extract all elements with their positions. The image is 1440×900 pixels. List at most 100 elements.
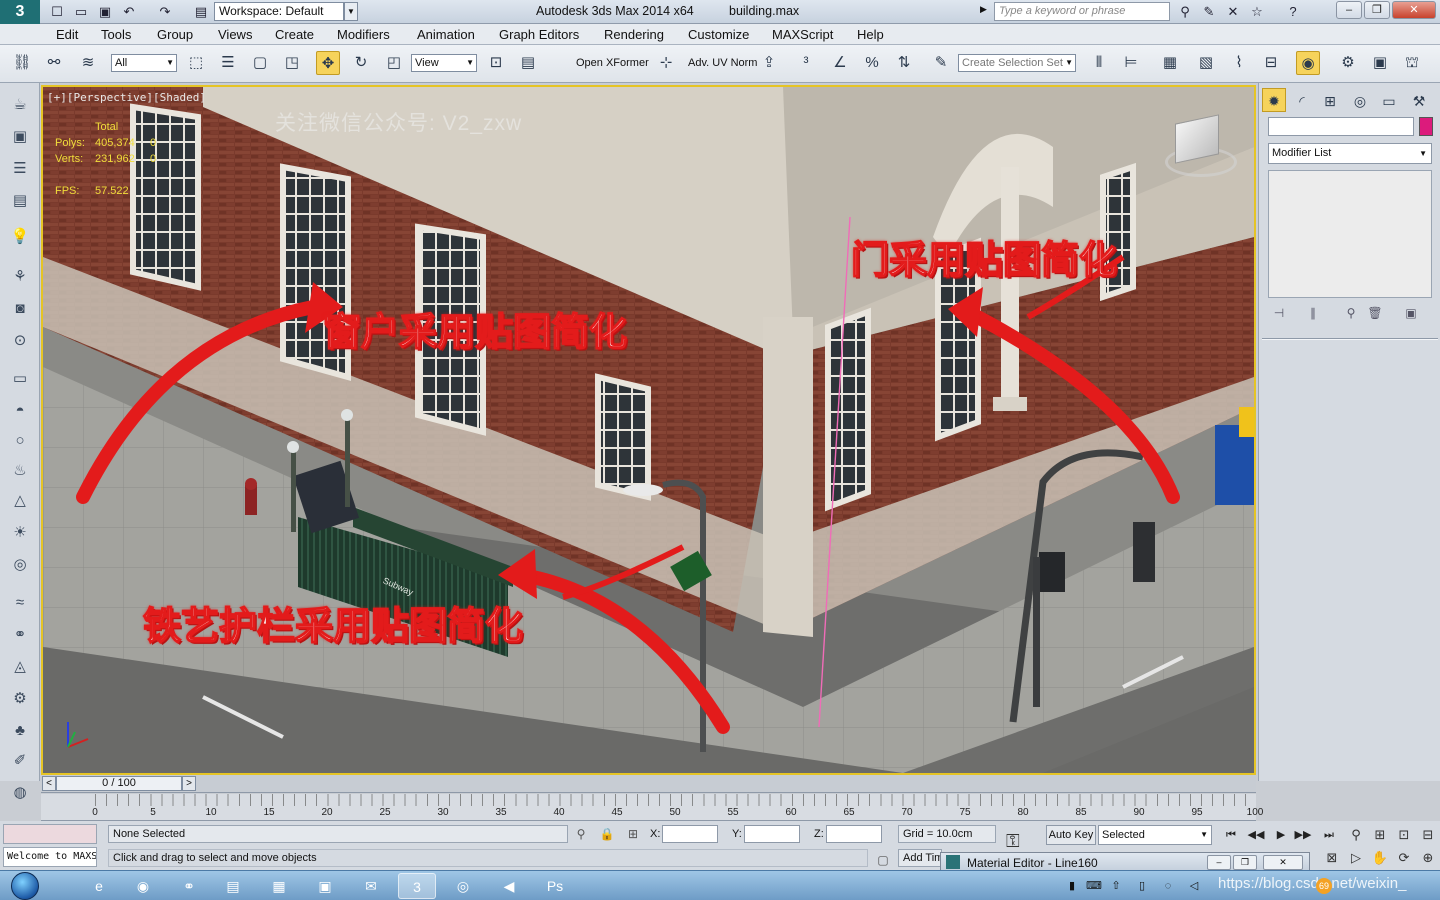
- rectangular-selection-icon[interactable]: ▢: [248, 51, 272, 75]
- subscription-icon[interactable]: ✎: [1200, 3, 1218, 21]
- material-editor-restore-button[interactable]: ❐: [1233, 855, 1257, 870]
- z-coord-field[interactable]: [826, 825, 882, 843]
- geosphere-icon[interactable]: ○: [7, 429, 33, 453]
- cone-icon[interactable]: △: [7, 489, 33, 513]
- pin-stack-icon[interactable]: ⊣: [1269, 303, 1289, 323]
- new-file-icon[interactable]: ☐: [48, 3, 66, 21]
- menu-edit[interactable]: Edit: [56, 27, 78, 42]
- menu-maxscript[interactable]: MAXScript: [772, 27, 833, 42]
- search-input[interactable]: Type a keyword or phrase: [994, 2, 1170, 21]
- xformer-icon[interactable]: ⊹: [654, 51, 678, 75]
- track-bar[interactable]: 0 5 10 15 20 25 30 35 40 45 50 55 60 65 70 75 80 85 90 95 10…: [41, 794, 1263, 821]
- menu-rendering[interactable]: Rendering: [604, 27, 664, 42]
- schematic-view-icon[interactable]: ⊟: [1259, 51, 1283, 75]
- sun-light-icon[interactable]: ☀: [7, 521, 33, 545]
- material-editor-minimize-button[interactable]: –: [1207, 855, 1231, 870]
- previous-key-icon[interactable]: ◀◀: [1245, 825, 1267, 845]
- project-folder-icon[interactable]: ▤: [192, 3, 210, 21]
- tray-app-icon[interactable]: ◌: [1160, 878, 1176, 894]
- next-frame-icon[interactable]: >: [182, 776, 196, 791]
- modify-tab-icon[interactable]: ◜: [1290, 88, 1314, 112]
- go-to-end-icon[interactable]: ⏭: [1318, 825, 1340, 845]
- explorer-taskbar-icon[interactable]: ▤: [214, 873, 252, 899]
- render-frame-icon[interactable]: ▣: [7, 125, 33, 149]
- select-rotate-icon[interactable]: ↻: [349, 51, 373, 75]
- tray-arrow-icon[interactable]: ⇧: [1108, 878, 1124, 894]
- menu-tools[interactable]: Tools: [101, 27, 131, 42]
- make-unique-icon[interactable]: ⚲: [1341, 303, 1361, 323]
- modifier-list-dropdown[interactable]: Modifier List ▼: [1268, 143, 1432, 164]
- favorites-star-icon[interactable]: ☆: [1248, 3, 1266, 21]
- snaps-toggle-icon[interactable]: ³: [794, 51, 818, 75]
- pan-view-icon[interactable]: ✋: [1370, 848, 1390, 868]
- scene-explorer-icon[interactable]: ▤: [7, 189, 33, 213]
- link-icon[interactable]: ⛓: [10, 51, 34, 75]
- display-tab-icon[interactable]: ▭: [1377, 88, 1401, 112]
- zoom-all-icon[interactable]: ⊞: [1370, 825, 1390, 845]
- teapot-primitive-icon[interactable]: ♨: [7, 459, 33, 483]
- spline-icon[interactable]: ≈: [7, 591, 33, 615]
- redo-icon[interactable]: ↷: [156, 3, 174, 21]
- camera-icon[interactable]: ◙: [7, 297, 33, 321]
- go-to-start-icon[interactable]: ⏮: [1220, 825, 1242, 845]
- unlink-icon[interactable]: ⚯: [42, 51, 66, 75]
- foliage-icon[interactable]: ♣: [7, 719, 33, 743]
- menu-animation[interactable]: Animation: [417, 27, 475, 42]
- isolate-selection-icon[interactable]: ⚲: [572, 825, 590, 843]
- graphite-tool-icon[interactable]: ◍: [7, 781, 33, 805]
- material-editor-close-button[interactable]: ✕: [1263, 855, 1303, 870]
- edit-named-selection-icon[interactable]: ✎: [929, 51, 953, 75]
- triangle-mesh-icon[interactable]: ◬: [7, 655, 33, 679]
- compound-object-icon[interactable]: ⚭: [7, 623, 33, 647]
- key-filter-dropdown[interactable]: Selected ▼: [1098, 825, 1212, 845]
- hf-brush-icon[interactable]: ✐: [7, 749, 33, 773]
- zoom-extents-all-icon[interactable]: ⊟: [1418, 825, 1438, 845]
- light-bulb-icon[interactable]: 💡: [7, 225, 33, 249]
- select-by-name-icon[interactable]: ☰: [216, 51, 240, 75]
- y-coord-field[interactable]: [744, 825, 800, 843]
- maxscript-mini-listener-output[interactable]: Welcome to MAXS: [3, 847, 97, 867]
- start-button[interactable]: [2, 871, 46, 900]
- tray-badge[interactable]: 69: [1316, 878, 1332, 894]
- tray-keyboard-icon[interactable]: ⌨: [1086, 878, 1102, 894]
- maxscript-mini-listener-input[interactable]: [3, 824, 97, 844]
- select-move-icon[interactable]: ✥: [316, 51, 340, 75]
- keyboard-shortcut-override-icon[interactable]: ⇪: [757, 51, 781, 75]
- angle-snap-icon[interactable]: ∠: [828, 51, 852, 75]
- window-crossing-icon[interactable]: ◳: [280, 51, 304, 75]
- terminal-taskbar-icon[interactable]: ▣: [306, 873, 344, 899]
- save-file-icon[interactable]: ▣: [96, 3, 114, 21]
- object-name-field[interactable]: [1268, 117, 1414, 136]
- select-object-icon[interactable]: ⬚: [184, 51, 208, 75]
- help-icon[interactable]: ?: [1284, 3, 1302, 21]
- time-slider-thumb[interactable]: 0 / 100: [56, 776, 182, 791]
- x-coord-field[interactable]: [662, 825, 718, 843]
- previous-frame-icon[interactable]: <: [42, 776, 56, 791]
- bind-space-warp-icon[interactable]: ≋: [76, 51, 100, 75]
- graphite-ribbon-icon[interactable]: ▧: [1194, 51, 1218, 75]
- maximize-viewport-icon[interactable]: ⊕: [1418, 848, 1438, 868]
- motion-tab-icon[interactable]: ◎: [1348, 88, 1372, 112]
- mirror-icon[interactable]: ⫴: [1087, 51, 1111, 75]
- material-editor-window[interactable]: Material Editor - Line160 – ❐ ✕: [940, 852, 1310, 872]
- adv-uv-normalizer-label[interactable]: Adv. UV Norm: [688, 57, 757, 69]
- render-setup-icon[interactable]: ⚙: [1336, 51, 1360, 75]
- viewport-label[interactable]: [+][Perspective][Shaded]: [47, 91, 206, 104]
- next-key-icon[interactable]: ▶▶: [1292, 825, 1314, 845]
- absolute-mode-icon[interactable]: ⊞: [624, 825, 642, 843]
- pivot-center-icon[interactable]: ⊡: [484, 51, 508, 75]
- rendered-frame-window-icon[interactable]: ▣: [1368, 51, 1392, 75]
- minimize-button[interactable]: –: [1336, 1, 1362, 19]
- menu-views[interactable]: Views: [218, 27, 252, 42]
- curve-editor-icon[interactable]: ⌇: [1227, 51, 1251, 75]
- open-file-icon[interactable]: ▭: [72, 3, 90, 21]
- material-editor-icon[interactable]: ◉: [1296, 51, 1320, 75]
- time-slider[interactable]: < 0 / 100 >: [41, 775, 1256, 793]
- menu-help[interactable]: Help: [857, 27, 884, 42]
- tray-volume-icon[interactable]: ◁: [1186, 878, 1202, 894]
- network-taskbar-icon[interactable]: ⚭: [170, 873, 208, 899]
- layer-manager-icon[interactable]: ▦: [1158, 51, 1182, 75]
- named-selection-set-dropdown[interactable]: Create Selection Set ▼: [958, 54, 1076, 72]
- photoshop-taskbar-icon[interactable]: Ps: [536, 873, 574, 899]
- selection-lock-icon[interactable]: 🔒: [598, 825, 616, 843]
